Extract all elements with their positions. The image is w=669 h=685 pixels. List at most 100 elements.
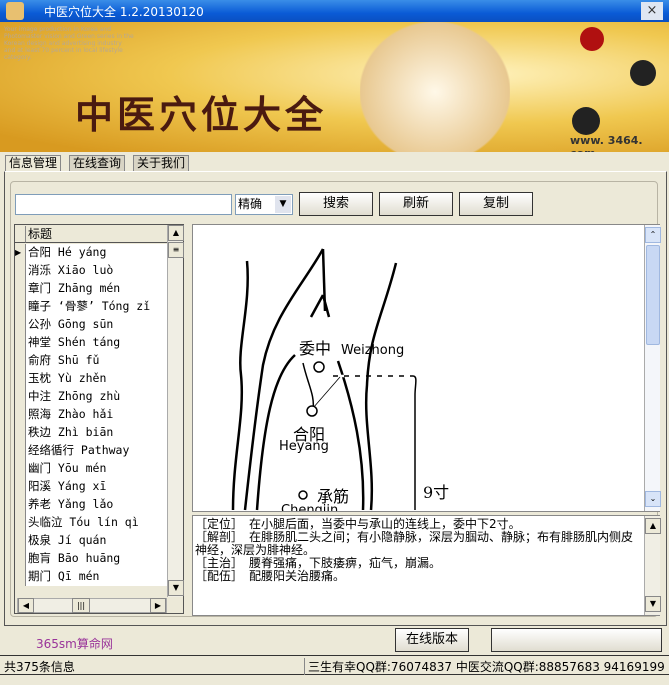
banner-small-text: Your image production in Korea and Photo… — [4, 26, 134, 61]
description-textarea[interactable]: ［定位］ 在小腿后面，当委中与承山的连线上，委中下2寸。 ［解剖］ 在腓肠肌二头… — [192, 515, 661, 616]
row-title: 阳溪 Yáng xī — [26, 478, 167, 496]
scroll-left-icon[interactable]: ◀ — [18, 598, 34, 613]
scroll-up-icon[interactable]: ⌃ — [645, 227, 661, 243]
row-title: 期门 Qī mén — [26, 568, 167, 586]
row-title: 玉枕 Yù zhěn — [26, 370, 167, 388]
search-input[interactable] — [15, 194, 232, 215]
row-indicator — [15, 406, 26, 424]
horizontal-scrollbar[interactable]: ◀ ||| ▶ — [17, 598, 167, 613]
row-title: 俞府 Shū fǔ — [26, 352, 167, 370]
list-item[interactable]: 幽门 Yōu mén — [15, 460, 167, 478]
row-indicator — [15, 460, 26, 478]
row-title: 公孙 Gōng sūn — [26, 316, 167, 334]
molecule-ball — [580, 27, 604, 51]
row-indicator — [15, 370, 26, 388]
close-button[interactable]: × — [641, 2, 663, 20]
record-count: 共375条信息 — [4, 660, 75, 674]
row-indicator — [15, 352, 26, 370]
row-indicator — [15, 478, 26, 496]
list-item[interactable]: 玉枕 Yù zhěn — [15, 370, 167, 388]
list-item[interactable]: 阳溪 Yáng xī — [15, 478, 167, 496]
row-indicator — [15, 262, 26, 280]
row-title: 胞肓 Bāo huāng — [26, 550, 167, 568]
row-title: 幽门 Yōu mén — [26, 460, 167, 478]
list-item[interactable]: 秩边 Zhì biān — [15, 424, 167, 442]
row-title: 中注 Zhōng zhù — [26, 388, 167, 406]
status-bar: 共375条信息 三生有幸QQ群:76074837 中医交流QQ群:8885768… — [0, 655, 669, 675]
copy-button[interactable]: 复制 — [459, 192, 533, 216]
list-item[interactable]: 头临泣 Tóu lín qì — [15, 514, 167, 532]
app-icon — [6, 2, 24, 20]
row-title: 合阳 Hé yáng — [26, 244, 167, 262]
scroll-thumb[interactable]: ≡ — [168, 242, 184, 258]
heyang-en-label: Heyang — [279, 439, 329, 454]
scroll-up-icon[interactable]: ▲ — [645, 518, 661, 534]
banner-image: Your image production in Korea and Photo… — [0, 22, 669, 152]
online-version-button[interactable]: 在线版本 — [395, 628, 469, 652]
list-item[interactable]: 俞府 Shū fǔ — [15, 352, 167, 370]
molecule-ball — [630, 60, 656, 86]
list-item[interactable]: 消泺 Xiāo luò — [15, 262, 167, 280]
tab-about-us[interactable]: 关于我们 — [133, 155, 190, 171]
list-item[interactable]: 照海 Zhào hǎi — [15, 406, 167, 424]
column-header-title[interactable]: 标题 — [26, 226, 167, 243]
list-item[interactable]: 极泉 Jí quán — [15, 532, 167, 550]
search-button[interactable]: 搜索 — [299, 192, 373, 216]
tab-info-management[interactable]: 信息管理 — [5, 155, 62, 172]
list-item[interactable]: 瞳子 ‘骨蓼’ Tóng zǐ — [15, 298, 167, 316]
row-title: 照海 Zhào hǎi — [26, 406, 167, 424]
scroll-right-icon[interactable]: ▶ — [150, 598, 166, 613]
list-item[interactable]: 养老 Yǎng lǎo — [15, 496, 167, 514]
chengjin-point — [298, 490, 308, 500]
row-indicator — [15, 280, 26, 298]
scroll-down-icon[interactable]: ▼ — [168, 580, 184, 596]
diagram-vertical-scrollbar[interactable]: ⌃ ⌄ — [644, 225, 661, 511]
row-title: 章门 Zhāng mén — [26, 280, 167, 298]
leg-diagram-svg — [231, 248, 417, 511]
weizhong-en-label: Weizhong — [341, 343, 405, 358]
list-item[interactable]: 经络循行 Pathway — [15, 442, 167, 460]
list-item[interactable]: 神堂 Shén táng — [15, 334, 167, 352]
row-indicator: ▶ — [15, 244, 26, 262]
scroll-down-icon[interactable]: ⌄ — [645, 491, 661, 507]
365sm-link[interactable]: 365sm算命网 — [36, 635, 113, 652]
list-item[interactable]: ▶ 合阳 Hé yáng — [15, 244, 167, 262]
row-indicator — [15, 316, 26, 334]
row-title: 经络循行 Pathway — [26, 442, 167, 460]
list-item[interactable]: 章门 Zhāng mén — [15, 280, 167, 298]
list-item[interactable]: 公孙 Gōng sūn — [15, 316, 167, 334]
row-indicator — [15, 532, 26, 550]
scroll-up-icon[interactable]: ▲ — [168, 225, 184, 241]
match-mode-select[interactable]: 精确 ▼ — [235, 194, 293, 215]
footer-button[interactable] — [491, 628, 662, 652]
acupoint-list-grid: 标题 ▶ 合阳 Hé yáng 消泺 Xiāo luò 章门 Zhāng mén 瞳子 … — [14, 224, 184, 614]
refresh-button[interactable]: 刷新 — [379, 192, 453, 216]
weizhong-cn-label: 委中 — [299, 339, 332, 358]
vertical-scrollbar[interactable]: ▲ ≡ ▼ — [167, 225, 184, 597]
list-item[interactable]: 胞肓 Bāo huāng — [15, 550, 167, 568]
description-text: ［定位］ 在小腿后面，当委中与承山的连线上，委中下2寸。 ［解剖］ 在腓肠肌二头… — [195, 517, 634, 583]
row-title: 神堂 Shén táng — [26, 334, 167, 352]
chevron-down-icon[interactable]: ▼ — [275, 196, 291, 213]
weizhong-point — [313, 361, 325, 373]
row-indicator — [15, 550, 26, 568]
row-title: 瞳子 ‘骨蓼’ Tóng zǐ — [26, 298, 167, 316]
tab-online-query[interactable]: 在线查询 — [69, 155, 126, 171]
description-scrollbar[interactable]: ▲ ▼ — [644, 516, 661, 615]
qq-group-info: 三生有幸QQ群:76074837 中医交流QQ群:88857683 941691… — [304, 658, 665, 675]
scroll-thumb[interactable] — [646, 245, 660, 345]
row-title: 消泺 Xiāo luò — [26, 262, 167, 280]
banner-url: www. 3464. com — [570, 134, 643, 152]
scroll-thumb[interactable]: ||| — [72, 598, 90, 613]
list-item[interactable]: 期门 Qī mén — [15, 568, 167, 586]
acupoint-diagram: 委中 Weizhong 合阳 Heyang 承筋 Chengjin 9寸 ⌃ ⌄ — [192, 224, 661, 512]
scroll-down-icon[interactable]: ▼ — [645, 596, 661, 612]
title-bar: 中医穴位大全 1.2.20130120 × — [0, 0, 669, 22]
row-title: 养老 Yǎng lǎo — [26, 496, 167, 514]
list-item[interactable]: 中注 Zhōng zhù — [15, 388, 167, 406]
row-title: 头临泣 Tóu lín qì — [26, 514, 167, 532]
row-indicator — [15, 388, 26, 406]
row-indicator — [15, 442, 26, 460]
row-indicator — [15, 496, 26, 514]
row-indicator — [15, 298, 26, 316]
